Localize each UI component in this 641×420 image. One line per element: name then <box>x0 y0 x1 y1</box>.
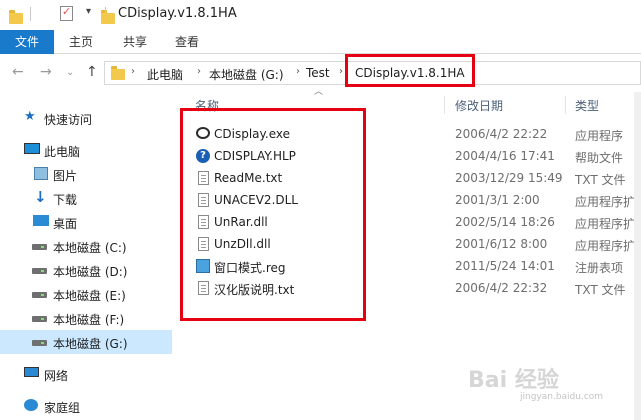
star-icon: ★ <box>24 109 36 124</box>
window-title: CDisplay.v1.8.1HA <box>118 6 237 21</box>
breadcrumb-this-pc[interactable]: 此电脑 <box>147 66 183 83</box>
file-date: 2002/5/14 18:26 <box>455 215 555 229</box>
file-type: TXT 文件 <box>575 173 626 187</box>
sidebar-item-drive-g[interactable]: 本地磁盘 (G:) <box>0 330 172 354</box>
sidebar-item-drive-e[interactable]: 本地磁盘 (E:) <box>0 282 172 306</box>
sidebar-item-this-pc[interactable]: 此电脑 <box>0 138 172 162</box>
chevron-right-icon[interactable]: › <box>197 66 201 77</box>
sidebar-item-drive-f[interactable]: 本地磁盘 (F:) <box>0 306 172 330</box>
homegroup-icon <box>24 399 38 411</box>
highlight-box <box>180 108 366 321</box>
sidebar-item-drive-c[interactable]: 本地磁盘 (C:) <box>0 234 172 258</box>
file-date: 2006/4/2 22:22 <box>455 127 548 141</box>
chevron-right-icon[interactable]: › <box>339 66 343 77</box>
sidebar-item-homegroup[interactable]: 家庭组 <box>0 394 172 418</box>
sidebar-item-quick-access[interactable]: ★ 快速访问 <box>0 106 172 130</box>
computer-icon <box>24 143 40 154</box>
chevron-right-icon[interactable]: › <box>296 66 300 77</box>
file-type: 应用程序扩展 <box>575 195 641 209</box>
sidebar-item-downloads[interactable]: ↓ 下载 <box>0 186 172 210</box>
divider <box>30 7 31 21</box>
customize-toolbar-icon[interactable]: ▾ <box>86 6 91 17</box>
file-date: 2006/4/2 22:32 <box>455 281 548 295</box>
tab-file[interactable]: 文件 <box>0 30 54 54</box>
column-header-type[interactable]: 类型 <box>575 97 599 121</box>
vertical-scrollbar[interactable] <box>634 92 641 420</box>
pictures-icon <box>34 167 48 180</box>
drive-icon <box>32 244 47 250</box>
chevron-right-icon[interactable]: › <box>131 66 135 77</box>
sidebar-item-label: 本地磁盘 (C:) <box>53 241 127 255</box>
network-icon <box>24 367 39 377</box>
sidebar-item-desktop[interactable]: 桌面 <box>0 210 172 234</box>
file-type: 应用程序扩展 <box>575 217 641 231</box>
title-bar: ▾ CDisplay.v1.8.1HA <box>0 0 641 30</box>
drive-icon <box>32 316 47 322</box>
new-folder-icon[interactable] <box>100 10 115 24</box>
desktop-icon <box>33 215 49 226</box>
watermark-url: jingyan.baidu.com <box>520 392 604 402</box>
file-type: 应用程序扩展 <box>575 239 641 253</box>
sidebar-item-label: 本地磁盘 (D:) <box>53 265 128 279</box>
sidebar-item-pictures[interactable]: 图片 <box>0 162 172 186</box>
folder-icon <box>9 10 23 24</box>
tab-view[interactable]: 查看 <box>164 30 210 54</box>
sidebar-item-label: 家庭组 <box>44 401 81 415</box>
back-arrow-icon[interactable]: ← <box>12 64 24 80</box>
sidebar-item-drive-d[interactable]: 本地磁盘 (D:) <box>0 258 172 282</box>
drive-icon <box>32 292 47 298</box>
sort-up-icon: ︿ <box>314 87 324 97</box>
file-type: 注册表项 <box>575 261 624 275</box>
file-date: 2003/12/29 15:49 <box>455 171 563 185</box>
sidebar-item-label: 桌面 <box>53 217 78 231</box>
highlight-box <box>345 54 475 87</box>
tab-share[interactable]: 共享 <box>112 30 158 54</box>
sidebar-item-label: 快速访问 <box>44 113 93 127</box>
download-icon: ↓ <box>34 188 47 206</box>
divider <box>105 7 106 21</box>
file-date: 2001/3/1 2:00 <box>455 193 540 207</box>
column-divider[interactable] <box>444 96 445 114</box>
ribbon-tabs: 文件 主页 共享 查看 <box>0 30 641 54</box>
navigation-pane: ★ 快速访问 此电脑 图片 ↓ 下载 桌面 本地磁盘 (C:) 本地磁盘 (D:… <box>0 92 172 420</box>
tab-home[interactable]: 主页 <box>58 30 104 54</box>
column-header-date[interactable]: 修改日期 <box>455 97 503 121</box>
forward-arrow-icon[interactable]: → <box>40 64 52 80</box>
sidebar-item-label: 本地磁盘 (F:) <box>53 313 125 327</box>
watermark-logo: Bai 经验 <box>468 368 559 393</box>
sidebar-item-label: 本地磁盘 (E:) <box>53 289 126 303</box>
column-divider[interactable] <box>565 96 566 114</box>
recent-locations-icon[interactable]: ⌄ <box>66 67 74 78</box>
sidebar-item-label: 网络 <box>44 369 69 383</box>
up-arrow-icon[interactable]: ↑ <box>86 64 98 80</box>
sidebar-item-network[interactable]: 网络 <box>0 362 172 386</box>
sidebar-item-label: 本地磁盘 (G:) <box>53 337 128 351</box>
folder-icon <box>111 66 125 80</box>
file-date: 2011/5/24 14:01 <box>455 259 555 273</box>
file-type: 应用程序 <box>575 129 624 143</box>
properties-icon[interactable] <box>59 5 73 21</box>
file-date: 2001/6/12 8:00 <box>455 237 548 251</box>
drive-icon <box>32 268 47 274</box>
file-type: TXT 文件 <box>575 283 626 297</box>
drive-icon <box>32 340 47 346</box>
sidebar-item-label: 此电脑 <box>44 145 81 159</box>
sidebar-item-label: 图片 <box>53 169 78 183</box>
sidebar-item-label: 下载 <box>53 193 78 207</box>
breadcrumb-drive-g[interactable]: 本地磁盘 (G:) <box>209 66 284 83</box>
file-type: 帮助文件 <box>575 151 624 165</box>
breadcrumb-test[interactable]: Test <box>306 66 330 80</box>
file-date: 2004/4/16 17:41 <box>455 149 555 163</box>
